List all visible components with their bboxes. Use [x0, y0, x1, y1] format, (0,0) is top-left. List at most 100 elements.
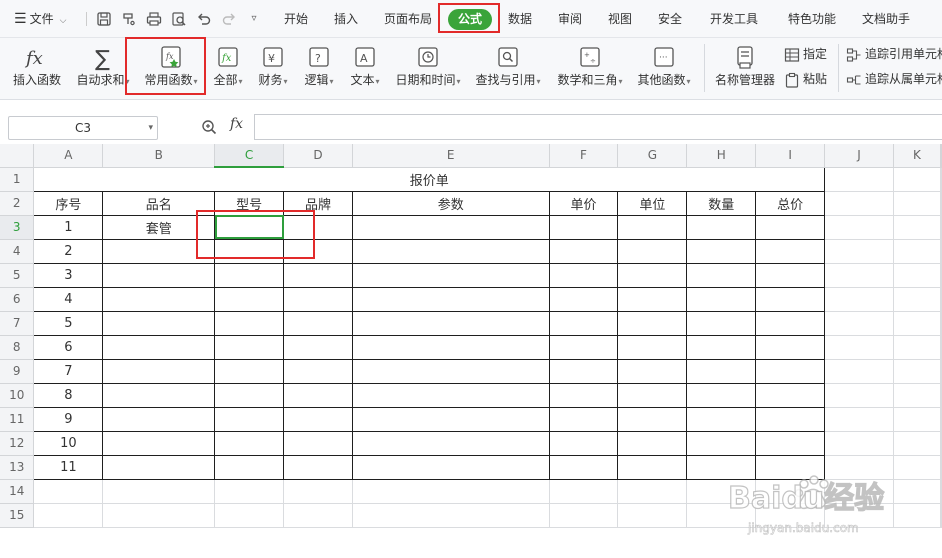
cell[interactable]	[351, 214, 550, 240]
header-cell[interactable]: 参数	[351, 190, 550, 216]
cell[interactable]	[686, 430, 757, 456]
row-header-6[interactable]: 6	[0, 287, 35, 312]
row-header-7[interactable]: 7	[0, 311, 35, 336]
column-header-h[interactable]: H	[686, 144, 757, 168]
formula-input[interactable]	[254, 114, 942, 140]
cell[interactable]	[824, 431, 894, 456]
cell[interactable]	[351, 334, 550, 360]
cell[interactable]	[283, 214, 353, 240]
tab-developer[interactable]: 开发工具	[710, 0, 758, 38]
cell[interactable]	[214, 430, 285, 456]
cell[interactable]	[755, 503, 826, 528]
cell[interactable]: 7	[33, 358, 104, 384]
cell[interactable]	[824, 479, 894, 504]
cell[interactable]: 6	[33, 334, 104, 360]
cell[interactable]	[893, 311, 942, 336]
cell[interactable]	[283, 406, 353, 432]
column-header-c[interactable]: C	[214, 144, 285, 168]
cell[interactable]	[940, 455, 942, 480]
header-cell[interactable]: 单价	[548, 190, 619, 216]
menu-file-button[interactable]: ☰ 文件 ⌵	[14, 0, 66, 38]
cell[interactable]	[755, 382, 826, 408]
cell[interactable]	[548, 262, 619, 288]
cell[interactable]: 4	[33, 286, 104, 312]
cell[interactable]	[893, 215, 942, 240]
cell[interactable]	[283, 382, 353, 408]
format-painter-icon[interactable]	[121, 11, 137, 27]
cell[interactable]	[686, 358, 757, 384]
column-header-e[interactable]: E	[352, 144, 550, 168]
header-cell[interactable]: 单位	[617, 190, 688, 216]
other-functions-button[interactable]: ··· 其他函数▾	[632, 38, 696, 100]
cell[interactable]	[617, 382, 688, 408]
fx-icon[interactable]: fx	[230, 116, 243, 132]
cell[interactable]	[824, 407, 894, 432]
tab-view[interactable]: 视图	[608, 0, 632, 38]
save-icon[interactable]	[96, 11, 112, 27]
cell[interactable]	[940, 263, 942, 288]
name-box[interactable]: C3 ▾	[8, 116, 158, 140]
cell[interactable]	[893, 359, 942, 384]
tab-insert[interactable]: 插入	[334, 0, 358, 38]
autosum-button[interactable]: ∑ 自动求和▾	[72, 38, 134, 100]
cell[interactable]	[352, 479, 550, 504]
tab-document-assistant[interactable]: 文档助手	[862, 0, 910, 38]
datetime-functions-button[interactable]: 日期和时间▾	[390, 38, 466, 100]
cell[interactable]	[893, 167, 942, 192]
cell[interactable]	[549, 479, 619, 504]
cell[interactable]	[283, 454, 353, 480]
cell[interactable]	[283, 430, 353, 456]
cell[interactable]	[102, 238, 216, 264]
row-header-2[interactable]: 2	[0, 191, 35, 216]
cell[interactable]	[283, 262, 353, 288]
cell[interactable]: 10	[33, 430, 104, 456]
row-header-15[interactable]: 15	[0, 503, 35, 528]
cell[interactable]	[893, 407, 942, 432]
cell[interactable]	[940, 383, 942, 408]
cell[interactable]	[940, 407, 942, 432]
cell[interactable]	[548, 454, 619, 480]
cell[interactable]	[824, 311, 894, 336]
lookup-functions-button[interactable]: 查找与引用▾	[470, 38, 546, 100]
cell[interactable]	[940, 479, 942, 504]
column-header-b[interactable]: B	[102, 144, 216, 168]
cell[interactable]	[214, 479, 285, 504]
cell[interactable]	[824, 215, 894, 240]
cell[interactable]	[617, 454, 688, 480]
row-header-10[interactable]: 10	[0, 383, 35, 408]
cell[interactable]	[824, 287, 894, 312]
row-header-1[interactable]: 1	[0, 167, 35, 192]
define-name-button[interactable]: 指定	[784, 44, 827, 64]
trace-precedents-button[interactable]: 追踪引用单元格	[846, 44, 942, 64]
quick-access-dropdown-icon[interactable]: ▿	[246, 11, 262, 27]
column-header-k[interactable]: K	[893, 144, 942, 168]
print-preview-icon[interactable]	[171, 11, 187, 27]
cell[interactable]	[755, 334, 826, 360]
cell[interactable]: 3	[33, 262, 104, 288]
cell[interactable]	[548, 334, 619, 360]
header-cell[interactable]: 总价	[755, 190, 826, 216]
header-cell[interactable]: 品名	[102, 190, 216, 216]
cell[interactable]	[755, 214, 826, 240]
row-header-3[interactable]: 3	[0, 215, 35, 240]
cell[interactable]	[214, 358, 285, 384]
cell[interactable]	[214, 334, 285, 360]
cell[interactable]	[824, 263, 894, 288]
cell[interactable]	[283, 479, 353, 504]
cell[interactable]: 9	[33, 406, 104, 432]
cell[interactable]	[686, 479, 757, 504]
cell[interactable]	[755, 262, 826, 288]
cell[interactable]	[940, 287, 942, 312]
cell[interactable]	[283, 286, 353, 312]
cell[interactable]	[214, 454, 285, 480]
cell[interactable]	[214, 382, 285, 408]
cell[interactable]	[548, 406, 619, 432]
cell[interactable]	[102, 454, 216, 480]
cell[interactable]: 套管	[102, 214, 216, 240]
cell[interactable]	[686, 382, 757, 408]
cell[interactable]	[824, 359, 894, 384]
all-functions-button[interactable]: fx 全部▾	[208, 38, 248, 100]
cell[interactable]: 2	[33, 238, 104, 264]
cell[interactable]	[824, 191, 894, 216]
cell[interactable]	[102, 430, 216, 456]
